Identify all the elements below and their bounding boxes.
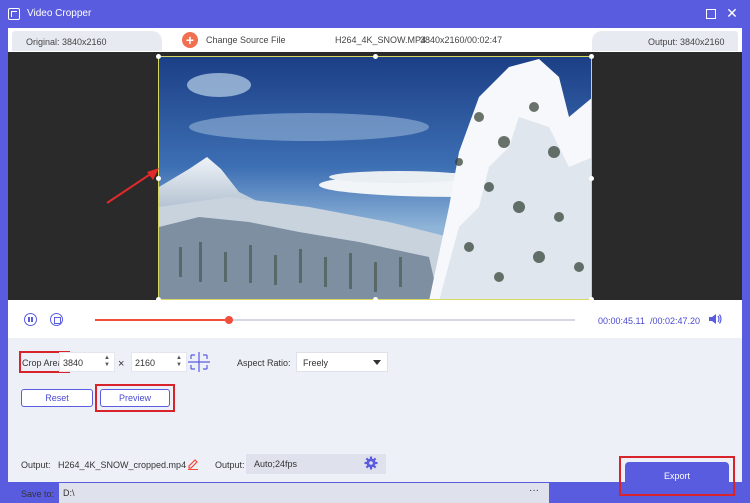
crop-width-field[interactable]: 3840 ▲ ▼ xyxy=(59,352,115,372)
aspect-ratio-select[interactable]: Freely xyxy=(296,352,388,372)
add-source-icon[interactable]: + xyxy=(182,32,198,48)
volume-icon[interactable] xyxy=(708,313,722,325)
output-file-name: H264_4K_SNOW_cropped.mp4 xyxy=(58,460,187,470)
title-bar: Video Cropper ✕ xyxy=(0,0,750,28)
original-resolution: Original: 3840x2160 xyxy=(26,37,107,47)
maximize-icon[interactable] xyxy=(706,9,716,19)
dimension-separator: × xyxy=(118,358,125,370)
progress-slider[interactable] xyxy=(95,316,575,324)
crop-handle-top[interactable] xyxy=(373,54,378,59)
output-format-label: Output: xyxy=(215,460,245,470)
folder-icon[interactable] xyxy=(553,486,571,500)
preview-highlight xyxy=(95,384,175,412)
reset-button[interactable]: Reset xyxy=(21,389,93,407)
video-cropper-window: Video Cropper ✕ Original: 3840x2160 + Ch… xyxy=(0,0,750,503)
source-info-bar: Original: 3840x2160 + Change Source File… xyxy=(8,28,742,52)
export-button[interactable]: Export xyxy=(625,462,729,490)
video-preview-area xyxy=(8,52,742,302)
close-icon[interactable]: ✕ xyxy=(725,6,739,20)
main-panel: Original: 3840x2160 + Change Source File… xyxy=(8,28,742,503)
crop-width-value: 3840 xyxy=(63,358,84,368)
crop-height-field[interactable]: 2160 ▲ ▼ xyxy=(131,352,187,372)
current-time: 00:00:45.11 xyxy=(598,316,645,326)
playback-bar: 00:00:45.11 /00:02:47.20 xyxy=(8,300,742,338)
video-frame[interactable] xyxy=(158,56,592,300)
window-title: Video Cropper xyxy=(27,8,92,19)
browse-more-button[interactable]: ··· xyxy=(522,484,546,502)
center-crop-icon[interactable] xyxy=(187,351,211,373)
output-file-label: Output: xyxy=(21,460,51,470)
height-stepper[interactable]: ▲ ▼ xyxy=(175,355,183,369)
edit-icon[interactable] xyxy=(187,458,199,470)
source-file-meta: 3840x2160/00:02:47 xyxy=(420,35,503,45)
annotation-arrow-icon xyxy=(106,168,159,204)
crop-app-icon xyxy=(8,8,20,20)
gear-icon[interactable] xyxy=(364,456,378,470)
crop-handle-right[interactable] xyxy=(589,176,594,181)
chevron-down-icon xyxy=(373,360,381,365)
stop-button[interactable] xyxy=(50,313,63,326)
change-source-button[interactable]: Change Source File xyxy=(206,35,286,45)
pause-button[interactable] xyxy=(24,313,37,326)
snowy-mountain-image xyxy=(159,57,591,299)
save-to-label: Save to: xyxy=(21,489,55,499)
save-path-field[interactable]: D:\ xyxy=(59,483,549,503)
crop-controls: Crop Area: 3840 ▲ ▼ × 2160 ▲ ▼ Aspect Rati… xyxy=(8,338,742,503)
progress-fill xyxy=(95,319,230,321)
aspect-ratio-label: Aspect Ratio: xyxy=(237,358,291,368)
aspect-ratio-value: Freely xyxy=(303,358,329,368)
crop-handle-top-right[interactable] xyxy=(589,54,594,59)
crop-handle-top-left[interactable] xyxy=(156,54,161,59)
output-resolution: Output: 3840x2160 xyxy=(648,37,725,47)
total-time: /00:02:47.20 xyxy=(650,316,701,326)
width-stepper[interactable]: ▲ ▼ xyxy=(103,355,111,369)
progress-knob[interactable] xyxy=(225,316,234,324)
output-format-value: Auto;24fps xyxy=(254,459,298,469)
crop-height-value: 2160 xyxy=(135,358,156,368)
source-file-name: H264_4K_SNOW.MP4 xyxy=(335,35,427,45)
